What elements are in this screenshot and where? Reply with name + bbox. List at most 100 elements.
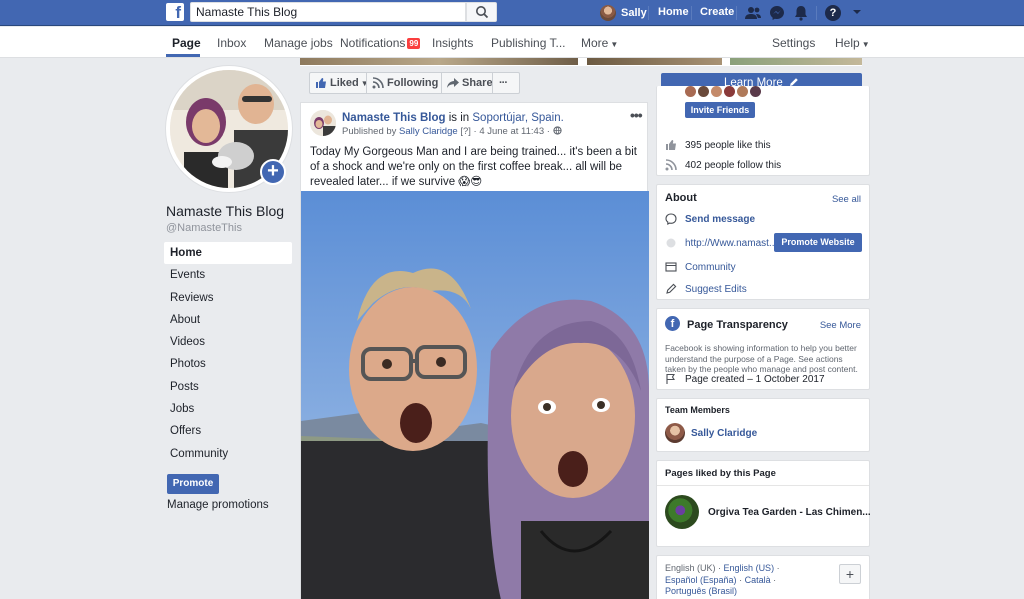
community-card: Invite Friends 395 people like this 402 … bbox=[656, 86, 870, 176]
community-row[interactable]: Community bbox=[665, 261, 736, 273]
language-catala[interactable]: Català bbox=[745, 575, 771, 585]
see-all-link[interactable]: See all bbox=[832, 194, 861, 205]
page-handle[interactable]: @NamasteThis bbox=[166, 222, 242, 234]
search-button[interactable] bbox=[466, 2, 497, 22]
page-transparency-card: f Page Transparency See More Facebook is… bbox=[656, 308, 870, 390]
globe-icon bbox=[666, 238, 676, 248]
avatar[interactable] bbox=[750, 86, 761, 97]
language-english-us[interactable]: English (US) bbox=[724, 563, 775, 573]
nav-item-reviews[interactable]: Reviews bbox=[164, 287, 292, 309]
language-espanol[interactable]: Español (España) bbox=[665, 575, 737, 585]
divider bbox=[648, 6, 649, 20]
profile-link[interactable]: Sally bbox=[600, 4, 647, 22]
post-is-in: is in bbox=[448, 112, 470, 124]
post-text: Today My Gorgeous Man and I are being tr… bbox=[310, 146, 637, 188]
post-date[interactable]: · 4 June at 11:43 · bbox=[474, 126, 550, 137]
promote-button[interactable]: Promote bbox=[167, 474, 219, 494]
website-row[interactable]: http://Www.namast... bbox=[665, 237, 777, 249]
follows-count-row[interactable]: 402 people follow this bbox=[665, 159, 781, 171]
about-heading: About bbox=[665, 192, 697, 204]
caret-down-icon: ▼ bbox=[861, 40, 870, 49]
tab-manage-jobs[interactable]: Manage jobs bbox=[264, 36, 333, 50]
tab-more[interactable]: More ▼ bbox=[581, 36, 618, 50]
language-portugues[interactable]: Português (Brasil) bbox=[665, 586, 737, 596]
tab-notifications[interactable]: Notifications 99 bbox=[340, 36, 421, 50]
language-current: English (UK) bbox=[665, 563, 716, 573]
friend-requests-icon[interactable] bbox=[744, 4, 762, 22]
button-label: Following bbox=[387, 77, 439, 89]
page-action-bar: Liked▼ Following▼ Share ··· bbox=[300, 66, 648, 101]
cover-photo-strip[interactable] bbox=[300, 58, 862, 66]
create-link[interactable]: Create bbox=[700, 6, 734, 18]
avatar bbox=[665, 423, 685, 443]
page-created-text: Page created – 1 October 2017 bbox=[685, 373, 825, 385]
notifications-bell-icon[interactable] bbox=[792, 4, 810, 22]
nav-item-videos[interactable]: Videos bbox=[164, 331, 292, 353]
help-icon[interactable]: ? bbox=[825, 5, 841, 21]
avatar bbox=[665, 495, 699, 529]
likes-count: 395 people like this bbox=[685, 139, 771, 151]
tab-help[interactable]: Help ▼ bbox=[835, 36, 870, 50]
button-label: Liked bbox=[330, 77, 359, 89]
nav-item-home[interactable]: Home bbox=[164, 242, 292, 265]
nav-item-community[interactable]: Community bbox=[164, 443, 292, 465]
avatar[interactable] bbox=[711, 86, 722, 97]
language-list: English (UK) · English (US) · Español (E… bbox=[665, 563, 835, 598]
post-photo[interactable] bbox=[301, 191, 649, 599]
avatar[interactable] bbox=[724, 86, 735, 97]
home-link[interactable]: Home bbox=[658, 6, 689, 18]
more-languages-button[interactable]: + bbox=[839, 564, 861, 584]
liked-page-row[interactable]: Orgiva Tea Garden - Las Chimen... bbox=[665, 495, 871, 529]
avatar[interactable] bbox=[310, 110, 336, 136]
publisher-link[interactable]: Sally Claridge bbox=[399, 126, 458, 137]
promote-website-button[interactable]: Promote Website bbox=[774, 233, 862, 252]
post-options-button[interactable]: ••• bbox=[630, 107, 643, 123]
tab-label: Notifications bbox=[340, 36, 406, 50]
language-separator: · bbox=[718, 563, 722, 573]
avatar bbox=[600, 5, 616, 21]
likes-count-row[interactable]: 395 people like this bbox=[665, 139, 771, 151]
more-actions-button[interactable]: ··· bbox=[492, 72, 520, 94]
tab-inbox[interactable]: Inbox bbox=[217, 36, 246, 50]
team-member-row[interactable]: Sally Claridge bbox=[665, 423, 757, 443]
add-photo-button[interactable]: + bbox=[260, 159, 286, 185]
help-link[interactable]: [?] bbox=[460, 126, 471, 137]
send-message-row[interactable]: Send message bbox=[665, 213, 755, 225]
suggest-edits-row[interactable]: Suggest Edits bbox=[665, 283, 747, 295]
page-transparency-description: Facebook is showing information to help … bbox=[665, 343, 858, 374]
nav-item-jobs[interactable]: Jobs bbox=[164, 398, 292, 420]
messenger-icon[interactable] bbox=[768, 4, 786, 22]
page-title: Namaste This Blog bbox=[166, 203, 285, 219]
facebook-logo-icon: f bbox=[665, 316, 680, 331]
avatar-photo bbox=[310, 110, 336, 136]
tab-publishing-tools[interactable]: Publishing T... bbox=[491, 36, 566, 50]
nav-item-photos[interactable]: Photos bbox=[164, 353, 292, 375]
nav-item-events[interactable]: Events bbox=[164, 264, 292, 286]
tab-insights[interactable]: Insights bbox=[432, 36, 473, 50]
post-card: Namaste This Blog is in Soportújar, Spai… bbox=[300, 102, 649, 599]
nav-item-offers[interactable]: Offers bbox=[164, 420, 292, 442]
avatar[interactable] bbox=[685, 86, 696, 97]
nav-item-posts[interactable]: Posts bbox=[164, 376, 292, 398]
avatar[interactable] bbox=[698, 86, 709, 97]
cover-segment bbox=[300, 58, 578, 65]
friend-avatars bbox=[685, 86, 761, 97]
manage-promotions-link[interactable]: Manage promotions bbox=[167, 499, 269, 511]
liked-button[interactable]: Liked ▼ bbox=[309, 72, 369, 94]
invite-friends-button[interactable]: Invite Friends bbox=[685, 102, 755, 118]
avatar[interactable] bbox=[737, 86, 748, 97]
facebook-logo-icon[interactable]: f bbox=[166, 3, 184, 21]
globe-icon bbox=[552, 126, 562, 135]
post-author-link[interactable]: Namaste This Blog bbox=[342, 112, 446, 124]
see-more-link[interactable]: See More bbox=[820, 320, 861, 331]
tab-settings[interactable]: Settings bbox=[772, 36, 815, 50]
nav-item-about[interactable]: About bbox=[164, 309, 292, 331]
cover-segment bbox=[587, 58, 722, 65]
tab-page[interactable]: Page bbox=[172, 36, 201, 50]
post-location-link[interactable]: Soportújar, Spain. bbox=[472, 112, 563, 124]
chevron-down-icon[interactable] bbox=[852, 7, 862, 17]
search-input[interactable]: Namaste This Blog bbox=[190, 2, 466, 22]
share-button[interactable]: Share bbox=[441, 72, 493, 94]
following-button[interactable]: Following▼ bbox=[366, 72, 448, 94]
caret-down-icon: ▼ bbox=[610, 40, 619, 49]
